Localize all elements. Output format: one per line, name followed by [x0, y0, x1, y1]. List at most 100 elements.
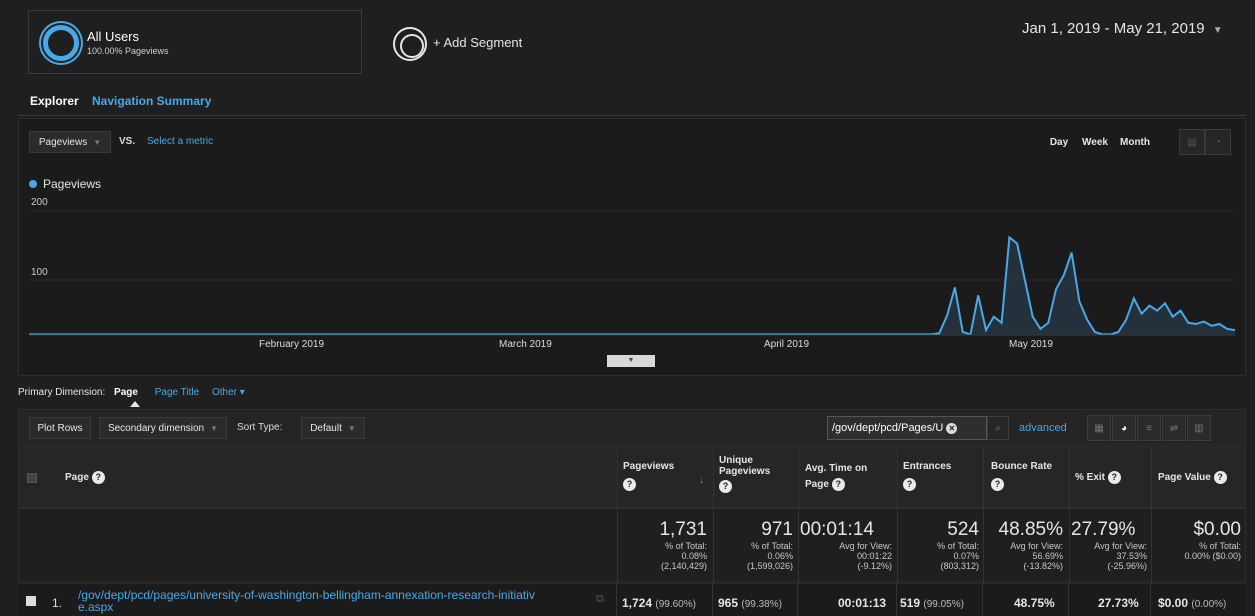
chart-point[interactable]: [1196, 324, 1197, 325]
chart-point[interactable]: [433, 334, 434, 335]
chart-point[interactable]: [830, 334, 831, 335]
chart-point[interactable]: [52, 334, 53, 335]
chart-point[interactable]: [635, 334, 636, 335]
chart-point[interactable]: [892, 334, 893, 335]
chart-point[interactable]: [962, 332, 963, 333]
chart-point[interactable]: [651, 334, 652, 335]
search-icon[interactable]: ⌕: [987, 416, 1009, 440]
chart-point[interactable]: [884, 334, 885, 335]
chart-point[interactable]: [853, 334, 854, 335]
add-segment-button[interactable]: + Add Segment: [363, 10, 583, 74]
chart-point[interactable]: [1001, 322, 1002, 323]
help-icon[interactable]: ?: [991, 478, 1004, 491]
chart-point[interactable]: [1110, 334, 1111, 335]
chart-point[interactable]: [231, 334, 232, 335]
help-icon[interactable]: ?: [831, 477, 845, 491]
chart-point[interactable]: [200, 334, 201, 335]
pivot-view-icon[interactable]: ▥: [1187, 415, 1211, 441]
chart-point[interactable]: [153, 334, 154, 335]
header-avg-time[interactable]: Avg. Time on Page ?: [805, 461, 867, 493]
chart-point[interactable]: [511, 334, 512, 335]
chart-point[interactable]: [783, 334, 784, 335]
header-page[interactable]: Page ?: [65, 471, 105, 484]
chart-point[interactable]: [846, 334, 847, 335]
chart-point[interactable]: [550, 334, 551, 335]
chart-point[interactable]: [1133, 298, 1134, 299]
chart-point[interactable]: [215, 334, 216, 335]
chart-point[interactable]: [1188, 322, 1189, 323]
chart-point[interactable]: [799, 334, 800, 335]
chart-point[interactable]: [1180, 310, 1181, 311]
month-button[interactable]: Month: [1115, 131, 1155, 153]
chart-point[interactable]: [67, 334, 68, 335]
select-metric-link[interactable]: Select a metric: [147, 136, 213, 147]
chart-point[interactable]: [838, 334, 839, 335]
chart-point[interactable]: [978, 295, 979, 296]
chart-point[interactable]: [986, 330, 987, 331]
chart-point[interactable]: [363, 334, 364, 335]
row-page-link[interactable]: /gov/dept/pcd/pages/university-of-washin…: [78, 589, 598, 613]
chart-point[interactable]: [1087, 319, 1088, 320]
chart-point[interactable]: [495, 334, 496, 335]
chart-point[interactable]: [760, 334, 761, 335]
chart-point[interactable]: [262, 334, 263, 335]
chart-point[interactable]: [682, 334, 683, 335]
filter-input[interactable]: /gov/dept/pcd/Pages/U ✕: [827, 416, 987, 440]
sort-type-select[interactable]: Default ▼: [301, 417, 365, 439]
chart-point[interactable]: [488, 334, 489, 335]
chart-point[interactable]: [1211, 325, 1212, 326]
help-icon[interactable]: ?: [719, 480, 732, 493]
chart-point[interactable]: [208, 334, 209, 335]
chart-point[interactable]: [1017, 243, 1018, 244]
dimension-page-title[interactable]: Page Title: [155, 387, 199, 398]
chart-point[interactable]: [908, 334, 909, 335]
chart-point[interactable]: [472, 334, 473, 335]
chart-resize-handle[interactable]: ▼: [607, 355, 655, 367]
dimension-page[interactable]: Page: [114, 387, 138, 398]
chart-point[interactable]: [581, 334, 582, 335]
chart-point[interactable]: [721, 334, 722, 335]
chart-point[interactable]: [254, 334, 255, 335]
chart-point[interactable]: [106, 334, 107, 335]
chart-point[interactable]: [278, 334, 279, 335]
chart-point[interactable]: [705, 334, 706, 335]
bar-chart-view-icon[interactable]: ≡: [1137, 415, 1161, 441]
chart-point[interactable]: [612, 334, 613, 335]
comparison-view-icon[interactable]: ⇌: [1162, 415, 1186, 441]
chart-point[interactable]: [1102, 334, 1103, 335]
chart-point[interactable]: [527, 334, 528, 335]
chart-point[interactable]: [939, 333, 940, 334]
chart-point[interactable]: [371, 334, 372, 335]
chart-point[interactable]: [1071, 252, 1072, 253]
chart-point[interactable]: [1040, 328, 1041, 329]
chart-point[interactable]: [1056, 289, 1057, 290]
chart-point[interactable]: [542, 334, 543, 335]
chart-point[interactable]: [698, 334, 699, 335]
chart-point[interactable]: [674, 334, 675, 335]
chart-point[interactable]: [503, 334, 504, 335]
chart-point[interactable]: [1126, 319, 1127, 320]
chart-point[interactable]: [690, 334, 691, 335]
chart-point[interactable]: [1094, 332, 1095, 333]
chart-point[interactable]: [954, 287, 955, 288]
chart-point[interactable]: [534, 334, 535, 335]
help-icon[interactable]: ?: [1213, 471, 1227, 484]
chart-point[interactable]: [309, 334, 310, 335]
chart-point[interactable]: [239, 334, 240, 335]
chart-point[interactable]: [947, 315, 948, 316]
help-icon[interactable]: ?: [1107, 471, 1121, 484]
chart-point[interactable]: [355, 334, 356, 335]
chart-point[interactable]: [145, 334, 146, 335]
help-icon[interactable]: ?: [903, 478, 916, 491]
chart-point[interactable]: [1063, 275, 1064, 276]
chart-point[interactable]: [861, 334, 862, 335]
chart-point[interactable]: [114, 334, 115, 335]
day-button[interactable]: Day: [1043, 131, 1075, 153]
chart-point[interactable]: [176, 334, 177, 335]
chart-point[interactable]: [1032, 316, 1033, 317]
chart-point[interactable]: [791, 334, 792, 335]
chart-point[interactable]: [597, 334, 598, 335]
clear-filter-icon[interactable]: ✕: [946, 423, 958, 434]
chart-point[interactable]: [931, 334, 932, 335]
chart-point[interactable]: [441, 334, 442, 335]
